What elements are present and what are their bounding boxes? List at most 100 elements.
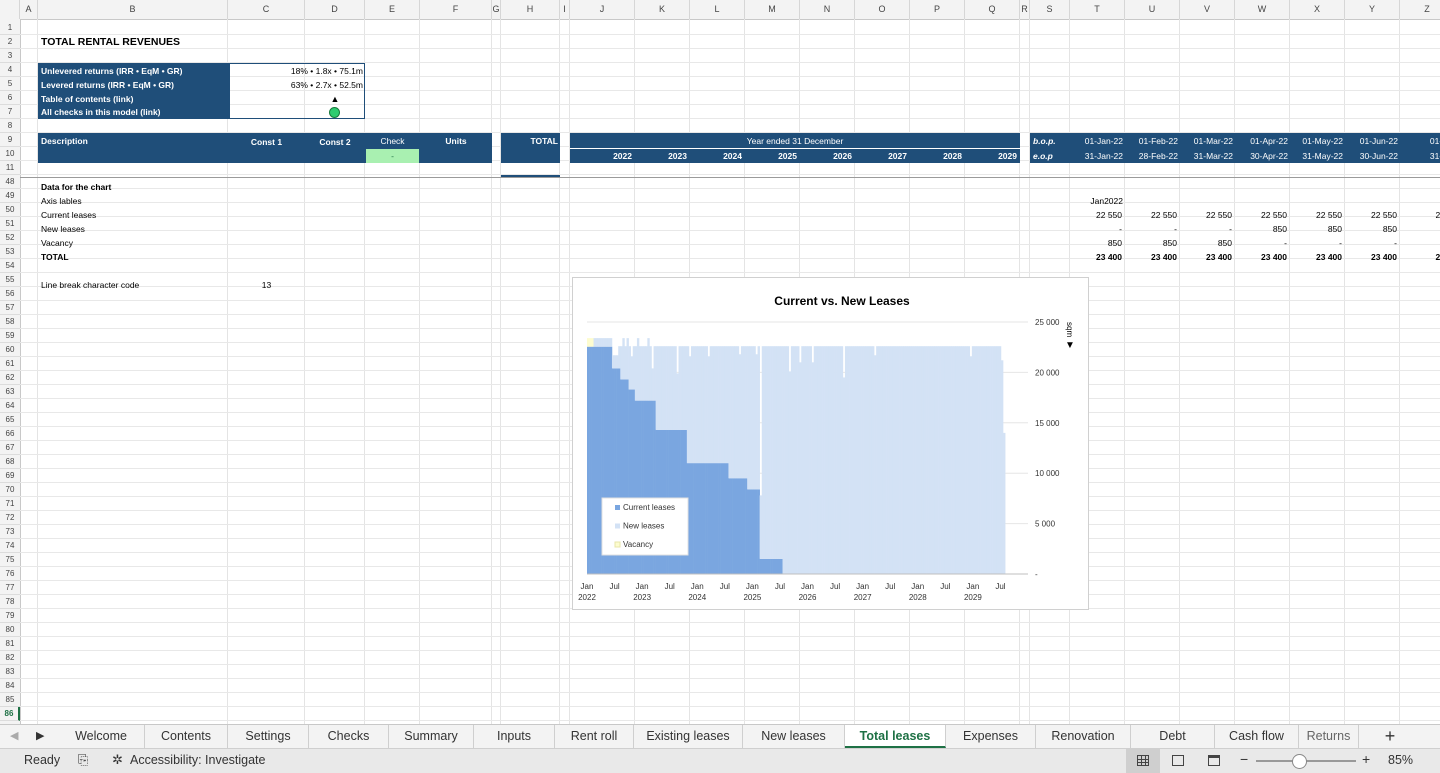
year-header-2029[interactable]: 2029: [965, 149, 1017, 163]
row-header-73[interactable]: 73: [0, 525, 20, 539]
sheet-tab-settings[interactable]: Settings: [228, 725, 309, 748]
column-header-Z[interactable]: Z: [1400, 0, 1440, 19]
month-start-0[interactable]: 01-Jan-22: [1070, 134, 1123, 148]
row-header-70[interactable]: 70: [0, 483, 20, 497]
column-header-F[interactable]: F: [420, 0, 492, 19]
row-header-51[interactable]: 51: [0, 217, 20, 231]
normal-view-button[interactable]: [1126, 749, 1160, 773]
row-header-63[interactable]: 63: [0, 385, 20, 399]
column-header-U[interactable]: U: [1125, 0, 1180, 19]
zoom-out-icon[interactable]: −: [1240, 751, 1248, 767]
accessibility-icon[interactable]: ✲: [112, 752, 123, 768]
row-header-66[interactable]: 66: [0, 427, 20, 441]
row-header-76[interactable]: 76: [0, 567, 20, 581]
levered-value[interactable]: 63% • 2.7x • 52.5m: [228, 78, 363, 92]
row-header-3[interactable]: 3: [0, 49, 20, 63]
toc-arrow-icon[interactable]: ▲: [305, 92, 365, 106]
column-header-X[interactable]: X: [1290, 0, 1345, 19]
unlevered-label[interactable]: Unlevered returns (IRR • EqM • GR): [39, 64, 230, 78]
row-header-53[interactable]: 53: [0, 245, 20, 259]
data-value-cell[interactable]: 22 550: [1235, 208, 1287, 222]
data-label-0[interactable]: Current leases: [41, 208, 96, 222]
column-header-I[interactable]: I: [560, 0, 570, 19]
data-value-cell[interactable]: 22 550: [1180, 208, 1232, 222]
column-header-B[interactable]: B: [38, 0, 228, 19]
row-header-69[interactable]: 69: [0, 469, 20, 483]
row-header-1[interactable]: 1: [0, 21, 20, 35]
check-value-cell[interactable]: -: [366, 149, 419, 163]
header-check[interactable]: Check: [365, 134, 420, 148]
zoom-slider-thumb[interactable]: [1292, 754, 1307, 769]
month-start-2[interactable]: 01-Mar-22: [1180, 134, 1233, 148]
data-label-3[interactable]: TOTAL: [41, 250, 69, 264]
row-header-82[interactable]: 82: [0, 651, 20, 665]
row-header-9[interactable]: 9: [0, 133, 20, 147]
data-value-cell[interactable]: 22 550: [1290, 208, 1342, 222]
row-header-68[interactable]: 68: [0, 455, 20, 469]
page-layout-icon[interactable]: [1172, 755, 1184, 766]
row-header-5[interactable]: 5: [0, 77, 20, 91]
data-value-cell[interactable]: 23 400: [1125, 250, 1177, 264]
row-header-10[interactable]: 10: [0, 147, 20, 161]
row-header-61[interactable]: 61: [0, 357, 20, 371]
macro-recorder-icon[interactable]: ⎘: [78, 752, 88, 768]
header-year-ended[interactable]: Year ended 31 December: [570, 134, 1020, 148]
column-header-O[interactable]: O: [855, 0, 910, 19]
row-header-64[interactable]: 64: [0, 399, 20, 413]
header-units[interactable]: Units: [420, 134, 492, 148]
row-header-60[interactable]: 60: [0, 343, 20, 357]
sheet-tab-welcome[interactable]: Welcome: [58, 725, 145, 748]
page-break-icon[interactable]: [1208, 755, 1220, 766]
row-header-79[interactable]: 79: [0, 609, 20, 623]
year-header-2023[interactable]: 2023: [635, 149, 687, 163]
column-header-K[interactable]: K: [635, 0, 690, 19]
data-value-cell[interactable]: 850: [1070, 236, 1122, 250]
row-header-7[interactable]: 7: [0, 105, 20, 119]
row-header-62[interactable]: 62: [0, 371, 20, 385]
row-header-56[interactable]: 56: [0, 287, 20, 301]
column-header-C[interactable]: C: [228, 0, 305, 19]
row-header-80[interactable]: 80: [0, 623, 20, 637]
row-header-6[interactable]: 6: [0, 91, 20, 105]
sheet-tab-new-leases[interactable]: New leases: [743, 725, 845, 748]
month-end-3[interactable]: 30-Apr-22: [1235, 149, 1288, 163]
month-end-1[interactable]: 28-Feb-22: [1125, 149, 1178, 163]
row-header-84[interactable]: 84: [0, 679, 20, 693]
column-header-W[interactable]: W: [1235, 0, 1290, 19]
data-value-cell[interactable]: 22 550: [1125, 208, 1177, 222]
data-value-cell[interactable]: 23 400: [1070, 250, 1122, 264]
data-value-cell[interactable]: -: [1180, 222, 1232, 236]
data-heading[interactable]: Data for the chart: [41, 180, 111, 194]
column-header-L[interactable]: L: [690, 0, 745, 19]
month-start-4[interactable]: 01-May-22: [1290, 134, 1343, 148]
checks-ok-icon[interactable]: [329, 107, 340, 118]
row-header-83[interactable]: 83: [0, 665, 20, 679]
row-header-55[interactable]: 55: [0, 273, 20, 287]
data-value-cell[interactable]: -: [1070, 222, 1122, 236]
sheet-tab-renovation[interactable]: Renovation: [1036, 725, 1131, 748]
column-header-H[interactable]: H: [501, 0, 560, 19]
column-header-N[interactable]: N: [800, 0, 855, 19]
header-total[interactable]: TOTAL: [501, 134, 558, 148]
month-start-1[interactable]: 01-Feb-22: [1125, 134, 1178, 148]
sheet-tab-cash-flow[interactable]: Cash flow: [1215, 725, 1299, 748]
leases-chart[interactable]: Current vs. New Leases - 5 000 10 000 15 000…: [572, 277, 1089, 610]
column-header-T[interactable]: T: [1070, 0, 1125, 19]
column-header-V[interactable]: V: [1180, 0, 1235, 19]
month-end-6[interactable]: 31-Jul: [1400, 149, 1440, 163]
axis-labels-label[interactable]: Axis lables: [41, 194, 82, 208]
column-header-G[interactable]: G: [492, 0, 501, 19]
sheet-tab-existing-leases[interactable]: Existing leases: [634, 725, 743, 748]
linebreak-value[interactable]: 13: [228, 278, 305, 292]
row-header-78[interactable]: 78: [0, 595, 20, 609]
row-header-72[interactable]: 72: [0, 511, 20, 525]
sheet-tab-returns[interactable]: Returns: [1299, 725, 1359, 748]
year-header-2026[interactable]: 2026: [800, 149, 852, 163]
month-start-6[interactable]: 01-Jul: [1400, 134, 1440, 148]
data-value-cell[interactable]: 23 400: [1180, 250, 1232, 264]
row-header-8[interactable]: 8: [0, 119, 20, 133]
year-header-2025[interactable]: 2025: [745, 149, 797, 163]
data-value-cell[interactable]: -: [1290, 236, 1342, 250]
year-header-2024[interactable]: 2024: [690, 149, 742, 163]
linebreak-label[interactable]: Line break character code: [41, 278, 139, 292]
